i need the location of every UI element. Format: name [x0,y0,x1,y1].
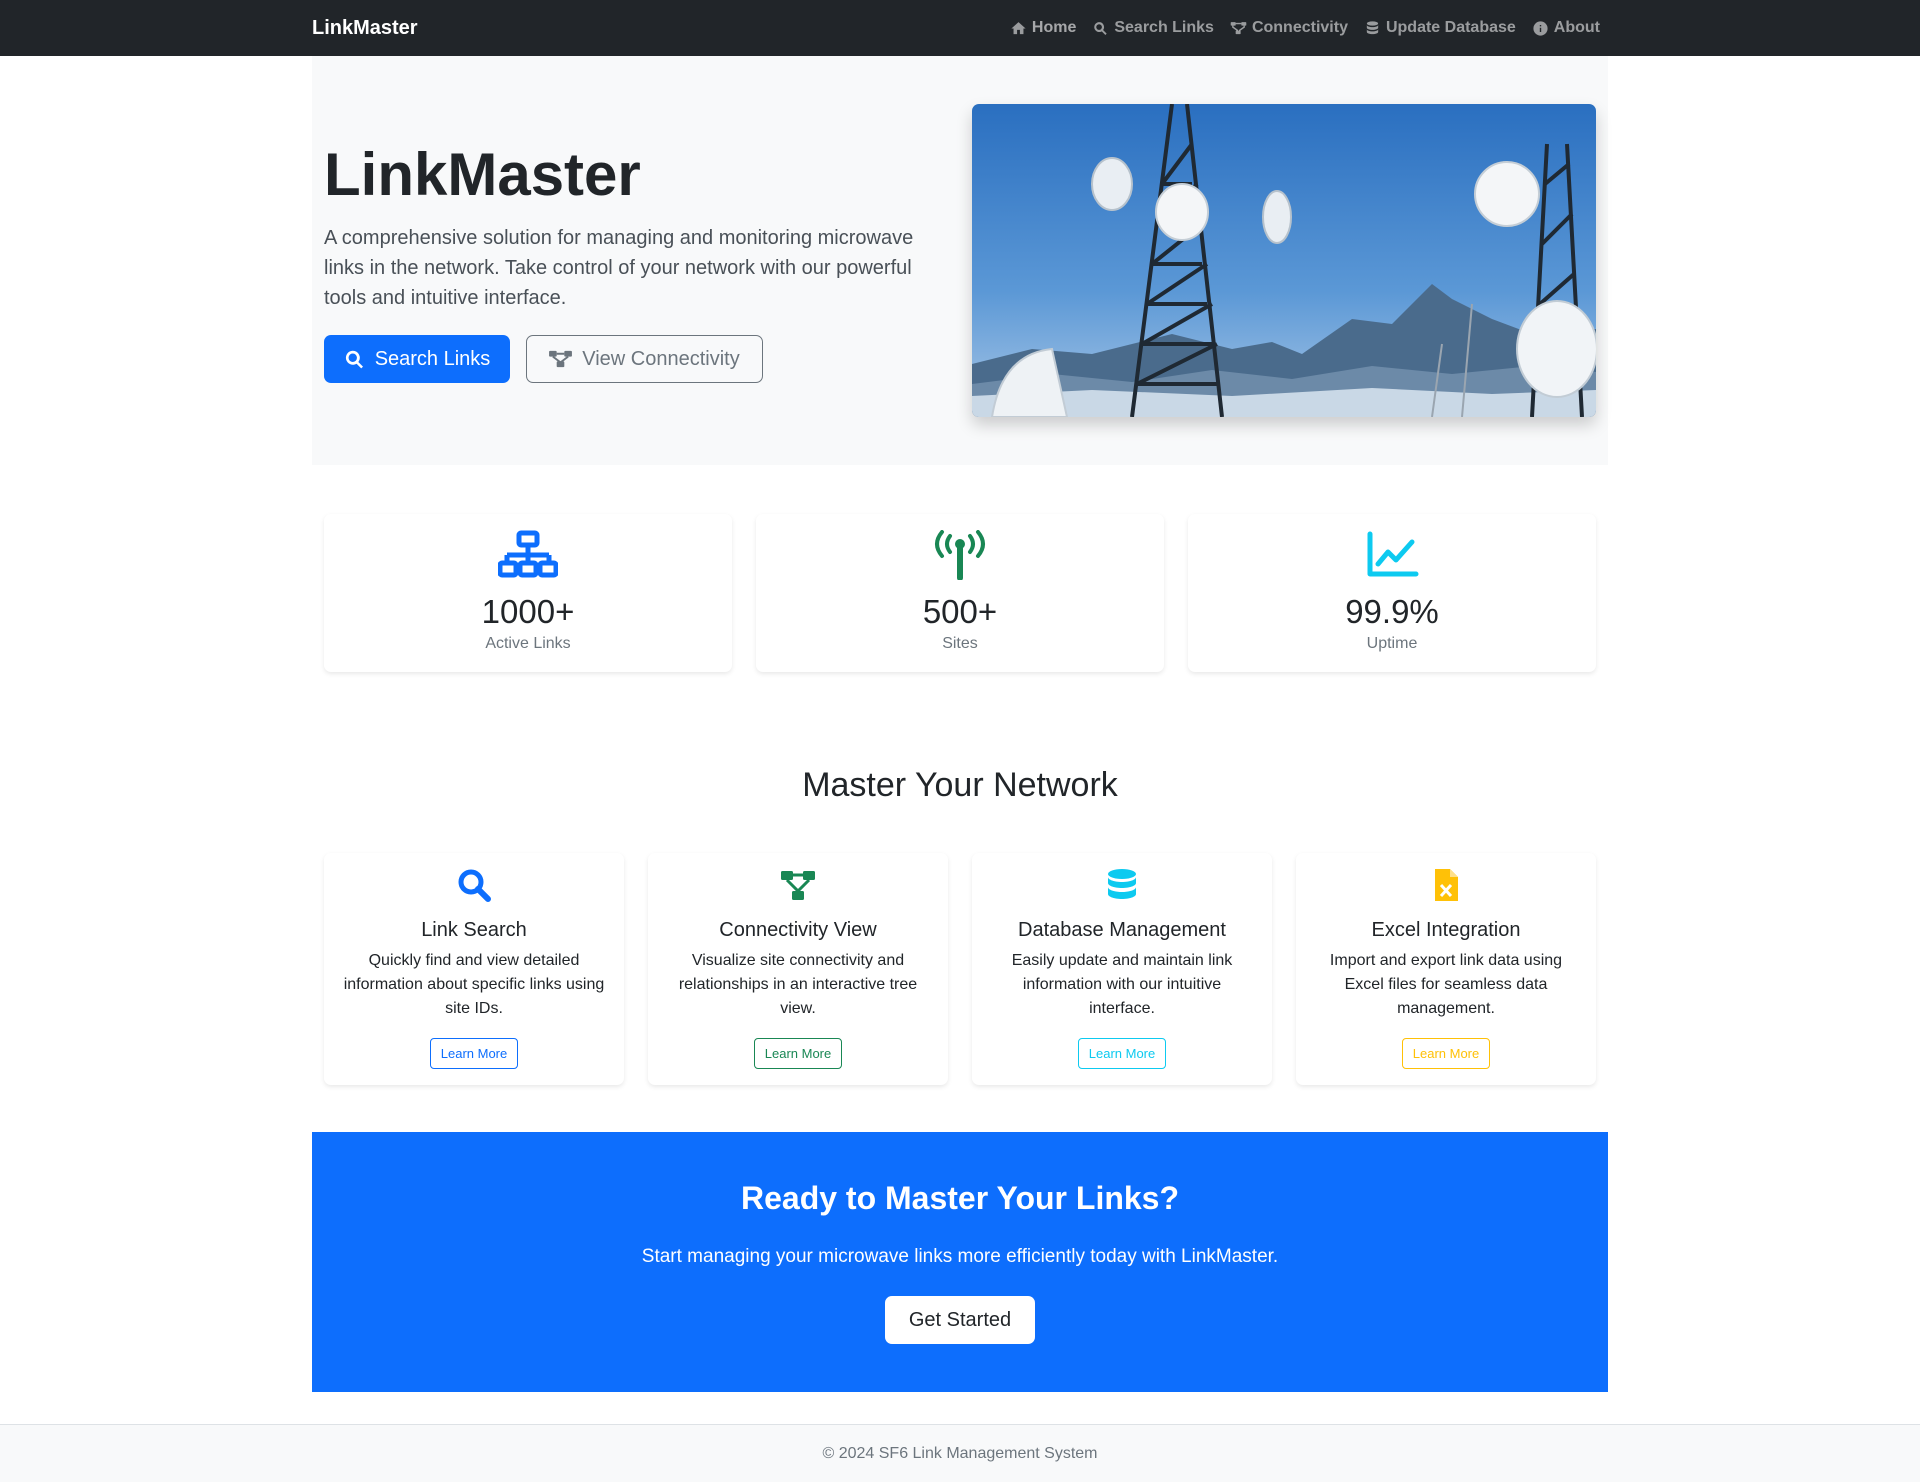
database-icon [1366,20,1379,34]
hero-title: LinkMaster [324,141,641,208]
nav-item-label: About [1553,19,1600,36]
hero-section: LinkMaster A comprehensive solution for … [312,56,1608,465]
cta-lead: Start managing your microwave links more… [641,1246,1279,1267]
footer-copyright: © 2024 SF6 Link Management System [822,1445,1098,1462]
stat-label: Active Links [485,635,571,652]
learn-more-button[interactable]: Learn More [754,1038,842,1069]
stat-value: 500+ [922,593,998,630]
line-chart-icon [1367,531,1419,577]
get-started-button[interactable]: Get Started [885,1296,1035,1344]
nav-item-connectivity[interactable]: Connectivity [1230,19,1348,37]
feature-card-link-search: Link Search Quickly find and view detail… [324,853,624,1085]
search-icon [345,350,363,368]
search-links-button[interactable]: Search Links [324,335,510,383]
stat-value: 1000+ [481,593,575,630]
nav-item-update-database[interactable]: Update Database [1364,19,1516,37]
cta-section: Ready to Master Your Links? Start managi… [312,1132,1608,1392]
stat-card-sites: 500+ Sites [756,514,1164,672]
learn-more-button[interactable]: Learn More [430,1038,518,1069]
footer: © 2024 SF6 Link Management System [0,1424,1920,1482]
nav-item-label: Home [1031,19,1077,36]
excel-file-icon [1435,869,1458,901]
feature-card-database-management: Database Management Easily update and ma… [972,853,1272,1085]
search-icon [458,869,491,902]
stat-label: Sites [942,635,978,652]
feature-text: Import and export link data using Excel … [1329,952,1563,1017]
nav-item-home[interactable]: Home [1010,19,1076,37]
info-icon [1533,20,1548,36]
feature-text: Quickly find and view detailed informati… [343,952,605,1017]
nav-item-search-links[interactable]: Search Links [1092,19,1214,37]
navbar: LinkMaster Home Search Links Connectivit… [0,0,1920,56]
feature-title: Link Search [421,919,527,941]
feature-text: Visualize site connectivity and relation… [678,952,918,1017]
stat-label: Uptime [1366,635,1418,652]
feature-card-connectivity-view: Connectivity View Visualize site connect… [648,853,948,1085]
feature-title: Connectivity View [719,919,877,941]
home-icon [1011,21,1026,34]
feature-title: Database Management [1018,919,1226,941]
view-connectivity-button-label: View Connectivity [582,347,740,370]
search-links-button-label: Search Links [374,347,491,370]
features-title: Master Your Network [802,766,1118,804]
nav-item-label: Update Database [1385,19,1516,36]
diagram-icon [781,871,815,900]
search-icon [1094,21,1108,35]
feature-card-excel-integration: Excel Integration Import and export link… [1296,853,1596,1085]
feature-text: Easily update and maintain link informat… [1011,952,1233,1017]
database-icon [1108,869,1136,899]
diagram-icon [549,350,573,368]
view-connectivity-button[interactable]: View Connectivity [526,335,763,383]
broadcast-tower-icon [935,530,985,580]
hero-tower-image [972,104,1596,417]
brand-logo[interactable]: LinkMaster [312,17,418,40]
learn-more-button[interactable]: Learn More [1078,1038,1166,1069]
hero-lead: A comprehensive solution for managing an… [324,227,914,309]
stat-card-active-links: 1000+ Active Links [324,514,732,672]
stat-card-uptime: 99.9% Uptime [1188,514,1596,672]
feature-title: Excel Integration [1371,919,1521,941]
microwave-tower-illustration [972,104,1596,417]
nav-item-label: Search Links [1114,19,1214,36]
nav-item-about[interactable]: About [1532,19,1600,37]
stat-value: 99.9% [1345,593,1439,630]
network-icon [498,530,558,578]
diagram-icon [1230,21,1247,34]
nav-item-label: Connectivity [1251,19,1348,36]
cta-title: Ready to Master Your Links? [740,1180,1180,1216]
nav-menu: Home Search Links Connectivity Update Da… [1010,0,1600,56]
learn-more-button[interactable]: Learn More [1402,1038,1490,1069]
